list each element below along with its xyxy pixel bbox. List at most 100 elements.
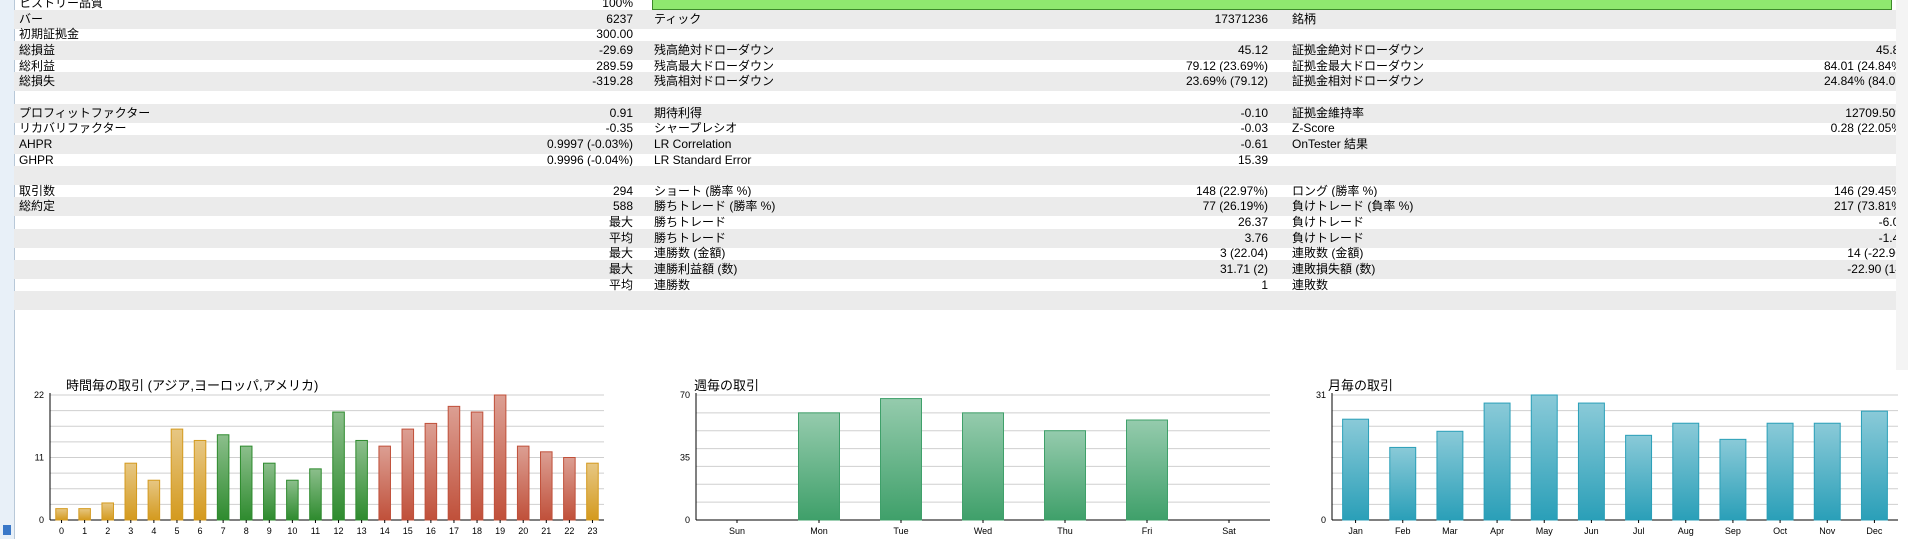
x-tick-label: Jul	[1633, 526, 1645, 536]
x-tick-label: 12	[334, 526, 344, 536]
x-tick-label: Fri	[1142, 526, 1153, 536]
bar	[563, 457, 576, 521]
bar	[401, 428, 415, 521]
x-tick-label: Sep	[1725, 526, 1741, 536]
x-tick-label: Wed	[974, 526, 992, 536]
bar	[1672, 422, 1700, 521]
bar	[1625, 434, 1653, 521]
weekly-trades-chart: 週毎の取引 0 35 70 Sun Mon Tue Wed Thu Fri Sat	[650, 373, 1280, 539]
bar	[170, 428, 184, 521]
x-tick-label: Thu	[1057, 526, 1073, 536]
x-tick-label: Oct	[1773, 526, 1788, 536]
bar	[1530, 394, 1558, 521]
bar	[193, 439, 207, 521]
y-tick-label: 35	[680, 453, 690, 463]
report-table: ヒストリー品質100%バー6237ティック17371236銘柄1初期証拠金300…	[14, 0, 1908, 370]
x-tick-label: 13	[357, 526, 367, 536]
x-tick-label: Sat	[1222, 526, 1236, 536]
x-tick-label: 11	[311, 526, 320, 536]
x-tick-label: 8	[244, 526, 249, 536]
bar	[355, 439, 368, 521]
x-tick-label: 15	[403, 526, 413, 536]
x-tick-label: 19	[495, 526, 505, 536]
scrollbar[interactable]	[1896, 0, 1908, 370]
y-tick-label: 11	[35, 453, 44, 463]
bar	[1044, 430, 1086, 521]
history-quality-bar	[652, 0, 1892, 10]
x-tick-label: 20	[518, 526, 528, 536]
bar	[1813, 422, 1841, 521]
x-tick-label: 22	[564, 526, 574, 536]
left-panel-edge	[0, 0, 15, 539]
bar	[332, 411, 345, 521]
x-tick-label: Dec	[1866, 526, 1883, 536]
x-tick-label: 0	[59, 526, 64, 536]
bar	[309, 468, 322, 521]
x-tick-label: Apr	[1490, 526, 1504, 536]
y-tick-label: 31	[1316, 390, 1326, 400]
x-tick-label: 4	[151, 526, 156, 536]
bar	[263, 462, 276, 521]
bar	[447, 405, 461, 521]
bar	[470, 411, 484, 521]
y-tick-label: 0	[685, 515, 690, 525]
hourly-trades-chart: 時間毎の取引 (アジア,ヨーロッパ,アメリカ) 0 11 22 0 1 2 3 4 5 6 7 8 9 1…	[14, 373, 614, 539]
bar	[101, 502, 114, 521]
bar	[516, 445, 530, 521]
bar	[1766, 422, 1794, 521]
x-tick-label: 17	[449, 526, 459, 536]
bar	[78, 508, 91, 521]
y-tick-label: 22	[34, 390, 44, 400]
bar	[424, 422, 438, 521]
x-tick-label: 21	[541, 526, 551, 536]
bar	[124, 462, 138, 521]
x-tick-label: Tue	[893, 526, 908, 536]
bar	[286, 479, 299, 521]
x-tick-label: 3	[128, 526, 133, 536]
bar	[1719, 438, 1747, 521]
x-tick-label: 16	[426, 526, 436, 536]
x-tick-label: Nov	[1819, 526, 1836, 536]
x-tick-label: 23	[587, 526, 597, 536]
bar	[493, 394, 507, 521]
x-tick-label: 5	[174, 526, 179, 536]
bar	[147, 479, 161, 521]
bar	[880, 398, 922, 521]
bar	[1577, 402, 1605, 521]
bar	[1483, 402, 1511, 521]
bar	[1126, 419, 1168, 521]
panel-marker	[3, 525, 11, 535]
x-tick-label: 2	[105, 526, 110, 536]
x-tick-label: Jan	[1348, 526, 1363, 536]
chart-canvas: 0 35 70 Sun Mon Tue Wed Thu Fri Sat	[680, 390, 1270, 536]
chart-canvas: 0 31 Jan Feb Mar Apr May Jun Jul Aug Sep Oct Nov Dec	[1316, 390, 1898, 536]
bar	[798, 412, 840, 521]
bar	[1389, 446, 1417, 521]
x-tick-label: Feb	[1395, 526, 1411, 536]
x-tick-label: 6	[198, 526, 203, 536]
bar	[586, 462, 599, 521]
bar	[216, 434, 230, 521]
x-tick-label: 18	[472, 526, 482, 536]
bar	[55, 508, 68, 521]
x-tick-label: Mar	[1442, 526, 1458, 536]
bar	[540, 451, 553, 521]
x-tick-label: Sun	[729, 526, 745, 536]
y-tick-label: 0	[39, 515, 44, 525]
chart-canvas: 011220 1 2 3 4 5 6 7 8 9 10 11 12 13 14 15 16 17 18 19 20 21 2…	[34, 390, 604, 536]
bar	[1436, 430, 1464, 521]
bar	[962, 412, 1004, 521]
bar	[378, 445, 391, 521]
bar	[1860, 410, 1888, 521]
x-tick-label: 7	[221, 526, 226, 536]
x-tick-label: 9	[267, 526, 272, 536]
x-tick-label: May	[1536, 526, 1554, 536]
x-tick-label: 14	[380, 526, 390, 536]
report-row	[14, 291, 1908, 311]
bar	[239, 445, 253, 521]
monthly-trades-chart: 月毎の取引 0 31 Jan Feb Mar Apr May Jun Jul Aug Sep Oct N…	[1290, 373, 1908, 539]
x-tick-label: 1	[82, 526, 87, 536]
x-tick-label: Mon	[810, 526, 828, 536]
y-tick-label: 70	[680, 390, 690, 400]
y-tick-label: 0	[1321, 515, 1326, 525]
